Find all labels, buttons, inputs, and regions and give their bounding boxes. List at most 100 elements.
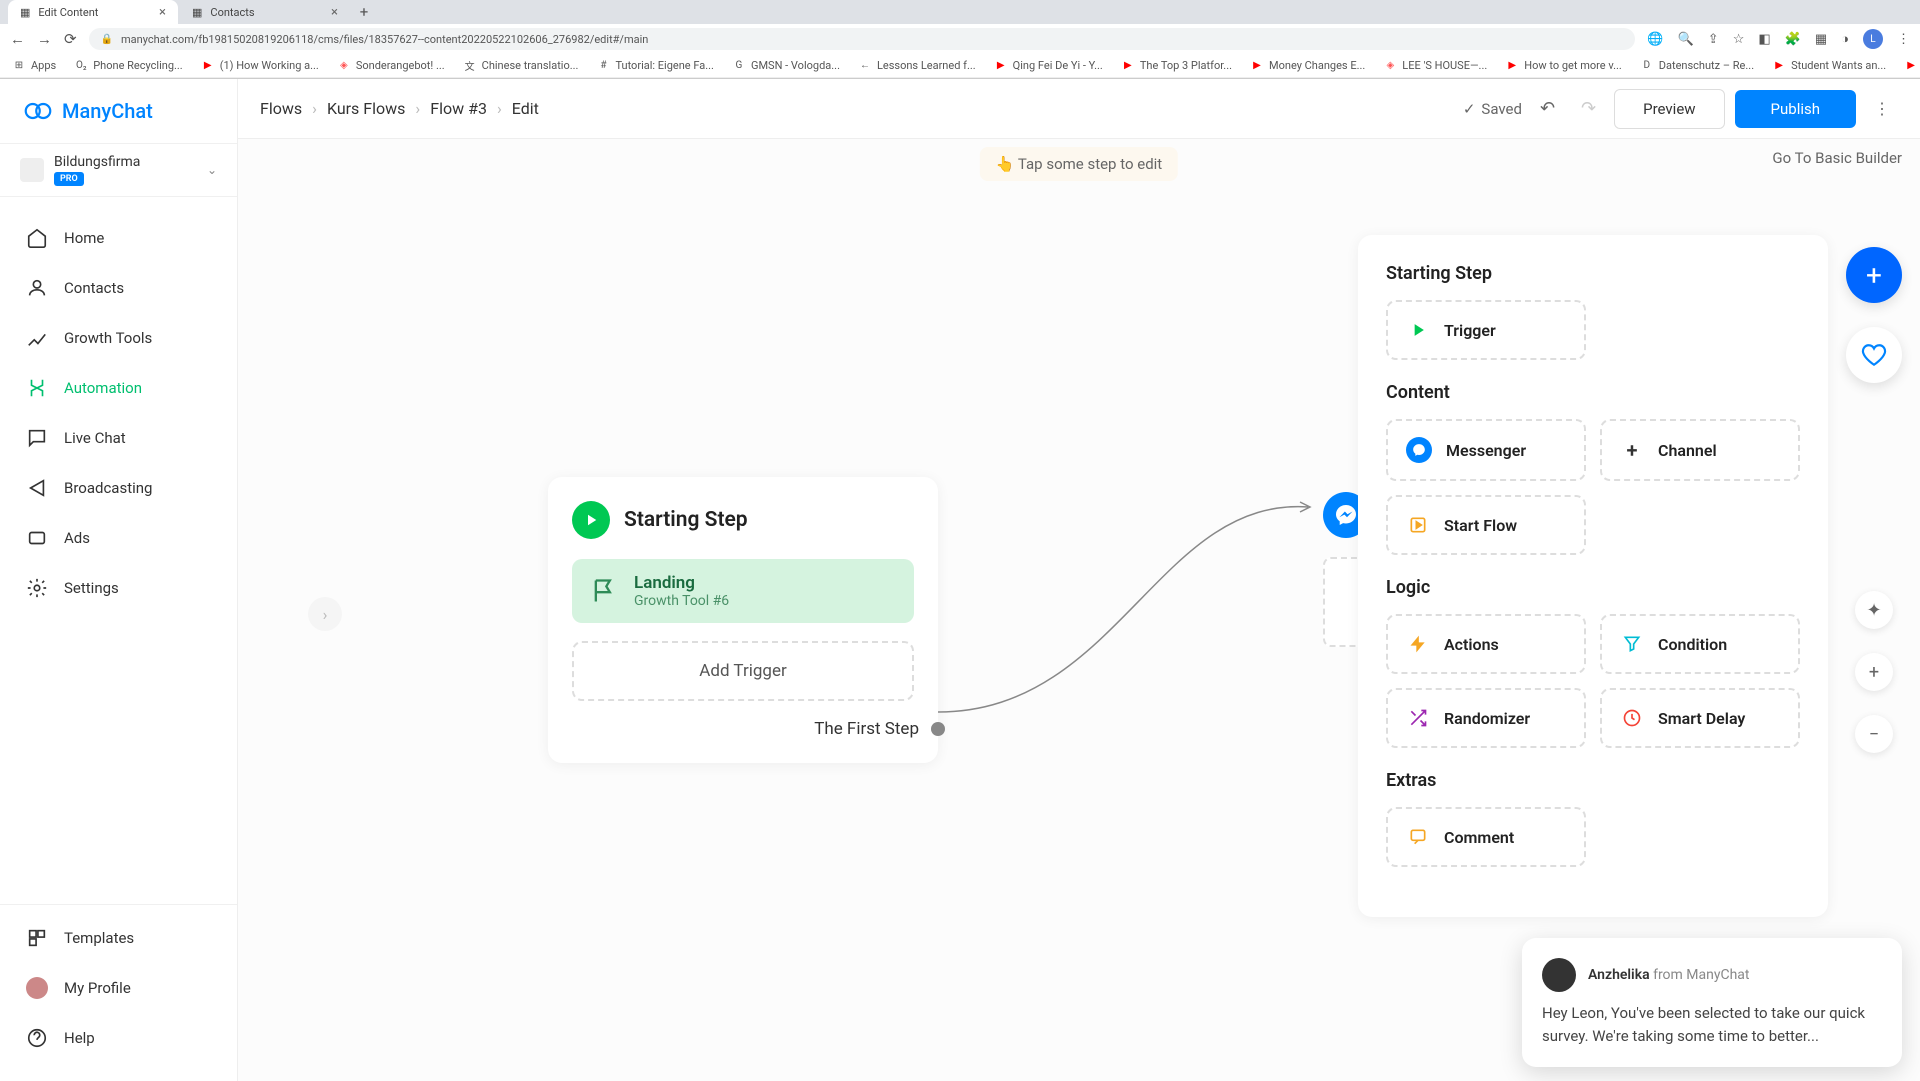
bookmark-item[interactable]: #Tutorial: Eigene Fa... (596, 59, 714, 73)
starting-step-card[interactable]: Starting Step Landing Growth Tool #6 Add… (548, 477, 938, 763)
account-name: Bildungsfirma (54, 154, 197, 170)
bookmark-item[interactable]: ▶The Top 3 Platfor... (1121, 59, 1232, 73)
bookmark-item[interactable]: ▶Money Changes E... (1250, 59, 1365, 73)
chevron-right-icon: › (312, 99, 317, 118)
sidebar-item-ads[interactable]: Ads (0, 513, 237, 563)
close-icon[interactable]: × (331, 5, 338, 20)
option-channel[interactable]: + Channel (1600, 419, 1800, 481)
bookmark-item[interactable]: ▶Qing Fei De Yi - Y... (994, 59, 1103, 73)
translate-icon[interactable]: 🌐 (1647, 32, 1663, 47)
main-area: Flows› Kurs Flows› Flow #3› Edit ✓Saved … (238, 79, 1920, 1081)
filter-icon (1620, 632, 1644, 656)
logo-text: ManyChat (62, 99, 153, 123)
browser-chrome: ▦ Edit Content × ▦ Contacts × + ← → ⟳ 🔒 … (0, 0, 1920, 79)
puzzle-icon[interactable]: 🧩 (1785, 32, 1801, 47)
profile-avatar[interactable]: L (1863, 29, 1883, 49)
extension-icon[interactable]: ◑ (1841, 31, 1849, 47)
zoom-out-button[interactable]: − (1855, 715, 1893, 753)
bookmark-item[interactable]: ◈LEE 'S HOUSE—... (1383, 59, 1487, 73)
bookmark-item[interactable]: ←Lessons Learned f... (858, 59, 976, 73)
bookmark-item[interactable]: ◈Sonderangebot! ... (337, 59, 445, 73)
option-actions[interactable]: Actions (1386, 614, 1586, 674)
sidebar-item-profile[interactable]: My Profile (0, 963, 237, 1013)
url-input[interactable]: 🔒 manychat.com/fb19815020819206118/cms/f… (89, 28, 1636, 50)
forward-button[interactable]: → (37, 30, 52, 48)
star-icon[interactable]: ☆ (1733, 32, 1745, 47)
sidebar-item-automation[interactable]: Automation (0, 363, 237, 413)
back-button[interactable]: ← (10, 30, 25, 48)
extension-icon[interactable]: ◧ (1758, 32, 1770, 47)
tab-favicon: ▦ (192, 6, 202, 19)
reload-button[interactable]: ⟳ (64, 30, 77, 48)
undo-button[interactable]: ↶ (1532, 98, 1563, 119)
pro-badge: PRO (54, 172, 84, 186)
flow-icon (1406, 513, 1430, 537)
option-comment[interactable]: Comment (1386, 807, 1586, 867)
carousel-prev-button[interactable]: › (308, 597, 342, 631)
zoom-in-button[interactable]: + (1855, 653, 1893, 691)
card-title: Starting Step (572, 501, 914, 539)
crumb[interactable]: Kurs Flows (327, 99, 405, 118)
chevron-right-icon: › (415, 99, 420, 118)
add-trigger-button[interactable]: Add Trigger (572, 641, 914, 701)
connector-handle[interactable] (931, 722, 945, 736)
automation-icon (26, 377, 48, 399)
clock-icon (1620, 706, 1644, 730)
url-text: manychat.com/fb19815020819206118/cms/fil… (121, 33, 648, 46)
menu-icon[interactable]: ⋮ (1897, 32, 1910, 47)
first-step-output[interactable]: The First Step (572, 719, 914, 739)
option-messenger[interactable]: Messenger (1386, 419, 1586, 481)
option-condition[interactable]: Condition (1600, 614, 1800, 674)
option-randomizer[interactable]: Randomizer (1386, 688, 1586, 748)
flow-canvas[interactable]: › Starting Step Landing Growth Tool #6 A… (238, 177, 1920, 1081)
bookmark-item[interactable]: GGMSN - Vologda... (732, 59, 840, 73)
comment-icon (1406, 825, 1430, 849)
auto-arrange-button[interactable]: ✦ (1855, 591, 1893, 629)
browser-tab[interactable]: ▦ Contacts × (180, 0, 350, 24)
sidebar-item-help[interactable]: Help (0, 1013, 237, 1063)
templates-icon (26, 927, 48, 949)
sidebar-item-broadcasting[interactable]: Broadcasting (0, 463, 237, 513)
browser-tab-active[interactable]: ▦ Edit Content × (8, 0, 178, 24)
close-icon[interactable]: × (159, 5, 166, 20)
chat-icon (26, 427, 48, 449)
sidebar-item-contacts[interactable]: Contacts (0, 263, 237, 313)
basic-builder-link[interactable]: Go To Basic Builder (1772, 149, 1902, 167)
landing-trigger[interactable]: Landing Growth Tool #6 (572, 559, 914, 623)
bookmark-item[interactable]: ▶(2) How To Add A... (1904, 59, 1920, 73)
crumb[interactable]: Flows (260, 99, 302, 118)
chat-popup[interactable]: Anzhelika from ManyChat Hey Leon, You've… (1522, 938, 1902, 1067)
sidebar-item-home[interactable]: Home (0, 213, 237, 263)
sidebar-item-templates[interactable]: Templates (0, 913, 237, 963)
bookmark-item[interactable]: O₂Phone Recycling... (74, 59, 182, 73)
option-smart-delay[interactable]: Smart Delay (1600, 688, 1800, 748)
sidebar-item-settings[interactable]: Settings (0, 563, 237, 613)
bookmark-item[interactable]: DDatenschutz – Re... (1640, 59, 1754, 73)
redo-button[interactable]: ↷ (1573, 98, 1604, 119)
share-icon[interactable]: ⇪ (1708, 32, 1719, 47)
sidebar-item-live-chat[interactable]: Live Chat (0, 413, 237, 463)
more-menu-button[interactable]: ⋮ (1866, 91, 1898, 126)
zoom-icon[interactable]: 🔍 (1678, 32, 1694, 47)
preview-button[interactable]: Preview (1614, 89, 1724, 129)
bookmark-item[interactable]: ▶How to get more v... (1505, 59, 1622, 73)
header: Flows› Kurs Flows› Flow #3› Edit ✓Saved … (238, 79, 1920, 139)
option-trigger[interactable]: Trigger (1386, 300, 1586, 360)
favorite-fab[interactable] (1846, 327, 1902, 383)
bookmark-item[interactable]: ▶(1) How Working a... (201, 59, 319, 73)
toolbar-icons: 🌐 🔍 ⇪ ☆ ◧ 🧩 ▦ ◑ L ⋮ (1647, 29, 1910, 49)
add-step-fab[interactable]: + (1846, 247, 1902, 303)
bookmark-item[interactable]: ⊞Apps (12, 59, 56, 73)
account-selector[interactable]: Bildungsfirma PRO ⌄ (0, 143, 237, 197)
bookmark-item[interactable]: 文Chinese translatio... (463, 59, 579, 73)
sidebar-item-growth-tools[interactable]: Growth Tools (0, 313, 237, 363)
crumb[interactable]: Flow #3 (430, 99, 487, 118)
option-start-flow[interactable]: Start Flow (1386, 495, 1586, 555)
new-tab-button[interactable]: + (352, 3, 376, 21)
extension-icon[interactable]: ▦ (1815, 32, 1827, 47)
ads-icon (26, 527, 48, 549)
publish-button[interactable]: Publish (1735, 90, 1856, 128)
logo[interactable]: ManyChat (0, 97, 237, 143)
saved-status: ✓Saved (1463, 100, 1522, 118)
bookmark-item[interactable]: ▶Student Wants an... (1772, 59, 1886, 73)
